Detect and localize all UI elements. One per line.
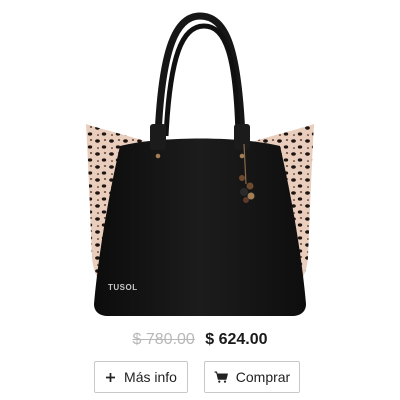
product-card: TUSOL $ 780.00 $ 624.00 Más info Comprar <box>0 0 400 400</box>
cart-icon <box>214 371 228 383</box>
product-image[interactable]: TUSOL <box>80 8 320 320</box>
buy-button[interactable]: Comprar <box>204 361 300 393</box>
bag-handle <box>163 23 241 137</box>
handle-tab <box>234 124 250 150</box>
brand-logo: TUSOL <box>108 283 138 292</box>
plus-icon <box>105 372 116 383</box>
handle-tab <box>150 124 166 150</box>
buy-label: Comprar <box>235 369 291 385</box>
new-price: $ 624.00 <box>205 331 268 348</box>
old-price: $ 780.00 <box>132 331 195 348</box>
price-row: $ 780.00 $ 624.00 <box>0 331 400 349</box>
more-info-button[interactable]: Más info <box>94 361 188 393</box>
more-info-label: Más info <box>124 369 177 385</box>
